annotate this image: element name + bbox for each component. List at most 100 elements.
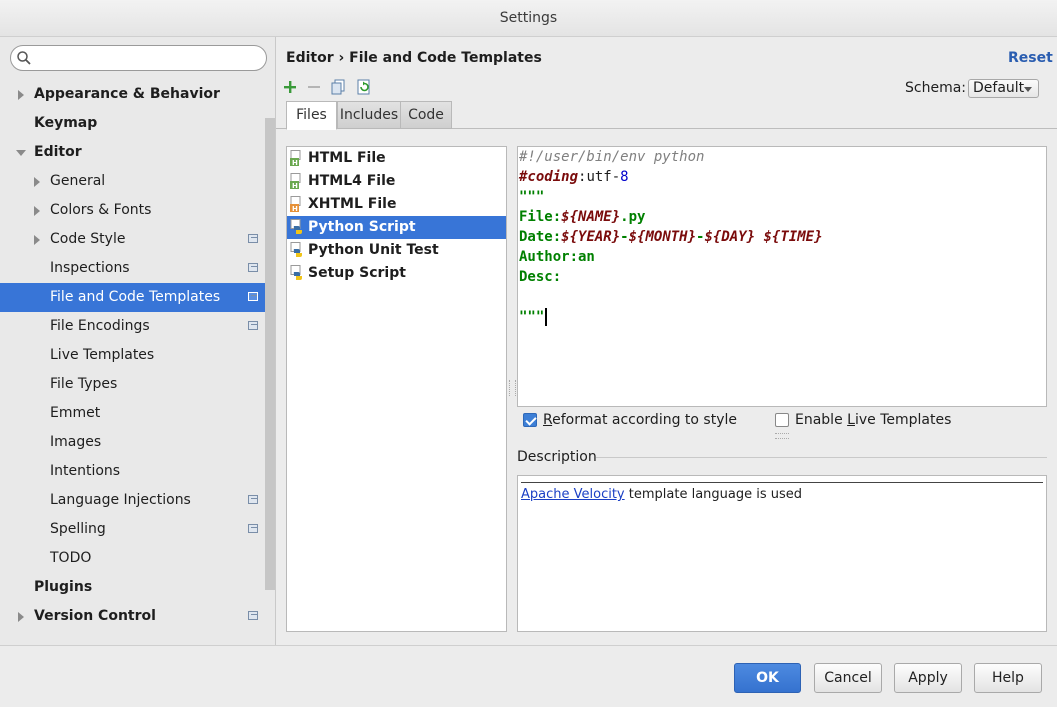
description-body: template language is used	[624, 487, 803, 502]
horizontal-splitter-handle[interactable]	[775, 433, 789, 439]
template-item-setup-script[interactable]: Setup Script	[287, 262, 506, 285]
sidebar-item-code-style[interactable]: Code Style	[0, 225, 265, 254]
project-settings-icon	[248, 611, 258, 620]
help-button[interactable]: Help	[974, 663, 1042, 693]
breadcrumb: Editor › File and Code Templates	[286, 50, 542, 66]
template-list: H HTML File H HTML4 File H XHTML File Py…	[286, 146, 507, 632]
code-token: ${NAME}	[561, 209, 621, 225]
sidebar-item-live-templates[interactable]: Live Templates	[0, 341, 265, 370]
project-settings-icon	[248, 292, 258, 301]
copy-icon[interactable]	[330, 78, 348, 96]
sidebar-item-intentions[interactable]: Intentions	[0, 457, 265, 486]
live-templates-checkbox[interactable]	[775, 413, 789, 427]
code-token: .py	[620, 209, 646, 225]
title-bar: Settings	[0, 0, 1057, 37]
sidebar-item-label: Images	[50, 434, 102, 450]
description-rule	[521, 482, 1043, 483]
sidebar-item-version-control[interactable]: Version Control	[0, 602, 265, 631]
sidebar-item-spelling[interactable]: Spelling	[0, 515, 265, 544]
vertical-splitter-handle[interactable]	[509, 380, 516, 396]
svg-text:H: H	[292, 182, 298, 189]
template-item-html4-file[interactable]: H HTML4 File	[287, 170, 506, 193]
sidebar-item-emmet[interactable]: Emmet	[0, 399, 265, 428]
reset-link[interactable]: Reset	[1008, 50, 1053, 66]
expand-arrow-icon[interactable]	[34, 235, 40, 245]
sidebar-item-file-types[interactable]: File Types	[0, 370, 265, 399]
sidebar-item-keymap[interactable]: Keymap	[0, 109, 265, 138]
expand-arrow-icon[interactable]	[18, 612, 24, 622]
sidebar-item-editor[interactable]: Editor	[0, 138, 265, 167]
settings-sidebar: Appearance & Behavior Keymap Editor Gene…	[0, 37, 276, 645]
sidebar-scrollbar[interactable]	[265, 118, 275, 590]
apache-velocity-link[interactable]: Apache Velocity	[521, 487, 625, 502]
remove-icon[interactable]	[305, 78, 323, 96]
editor-line: """	[519, 189, 545, 205]
description-panel: Apache Velocity template language is use…	[517, 475, 1047, 632]
label-text: Enable	[795, 412, 848, 428]
tab-files[interactable]: Files	[286, 101, 337, 130]
code-token: 8	[620, 169, 629, 185]
code-token: File:	[519, 209, 562, 225]
text-caret	[545, 308, 547, 326]
sidebar-item-language-injections[interactable]: Language Injections	[0, 486, 265, 515]
project-settings-icon	[248, 263, 258, 272]
sidebar-item-label: Appearance & Behavior	[34, 86, 220, 102]
project-settings-icon	[248, 234, 258, 243]
live-templates-label[interactable]: Enable Live Templates	[795, 412, 951, 428]
template-item-python-unit-test[interactable]: Python Unit Test	[287, 239, 506, 262]
tab-includes[interactable]: Includes	[337, 101, 401, 129]
sidebar-item-label: Plugins	[34, 579, 93, 595]
sidebar-item-label: General	[50, 173, 106, 189]
tab-code[interactable]: Code	[400, 101, 452, 129]
sidebar-item-plugins[interactable]: Plugins	[0, 573, 265, 602]
template-item-html-file[interactable]: H HTML File	[287, 147, 506, 170]
sidebar-item-colors-fonts[interactable]: Colors & Fonts	[0, 196, 265, 225]
sidebar-item-general[interactable]: General	[0, 167, 265, 196]
sidebar-item-label: Live Templates	[50, 347, 155, 363]
project-settings-icon	[248, 524, 258, 533]
expand-arrow-icon[interactable]	[34, 177, 40, 187]
sidebar-item-label: File Encodings	[50, 318, 150, 334]
template-editor[interactable]: #!/user/bin/env python #coding:utf-8 """…	[517, 146, 1047, 407]
python-file-icon	[290, 219, 302, 234]
collapse-arrow-icon[interactable]	[16, 150, 26, 156]
search-icon	[17, 51, 31, 65]
sidebar-item-label: Language Injections	[50, 492, 191, 508]
code-token: :utf-	[578, 169, 621, 185]
code-token: ${TIME}	[763, 229, 823, 245]
apply-button[interactable]: Apply	[894, 663, 962, 693]
breadcrumb-parent: Editor	[286, 50, 334, 66]
sidebar-item-inspections[interactable]: Inspections	[0, 254, 265, 283]
sidebar-item-images[interactable]: Images	[0, 428, 265, 457]
sidebar-item-label: Code Style	[50, 231, 126, 247]
search-field[interactable]	[10, 45, 267, 71]
template-item-xhtml-file[interactable]: H XHTML File	[287, 193, 506, 216]
template-item-python-script[interactable]: Python Script	[287, 216, 506, 239]
sidebar-item-file-encodings[interactable]: File Encodings	[0, 312, 265, 341]
sidebar-item-file-code-templates[interactable]: File and Code Templates	[0, 283, 265, 312]
xhtml-file-icon: H	[290, 196, 301, 212]
sidebar-item-todo[interactable]: TODO	[0, 544, 265, 573]
code-token: ${YEAR}	[561, 229, 621, 245]
search-input[interactable]	[37, 49, 261, 69]
schema-label: Schema:	[905, 80, 967, 96]
add-icon[interactable]	[281, 78, 299, 96]
page-title: File and Code Templates	[349, 50, 542, 66]
sidebar-item-label: File Types	[50, 376, 118, 392]
ok-button[interactable]: OK	[734, 663, 801, 693]
schema-dropdown[interactable]: Default	[968, 79, 1039, 98]
sidebar-item-label: Colors & Fonts	[50, 202, 152, 218]
sidebar-item-appearance-behavior[interactable]: Appearance & Behavior	[0, 80, 265, 109]
reset-to-default-icon[interactable]	[355, 78, 373, 96]
expand-arrow-icon[interactable]	[34, 206, 40, 216]
svg-text:H: H	[292, 205, 298, 212]
expand-arrow-icon[interactable]	[18, 90, 24, 100]
reformat-label[interactable]: Reformat according to style	[543, 412, 737, 428]
html-file-icon: H	[290, 173, 301, 189]
editor-line: File:${NAME}.py	[519, 207, 645, 227]
reformat-checkbox[interactable]	[523, 413, 537, 427]
cancel-button[interactable]: Cancel	[814, 663, 882, 693]
project-settings-icon	[248, 495, 258, 504]
sidebar-item-label: TODO	[50, 550, 92, 566]
label-text: eformat according to style	[552, 412, 737, 428]
